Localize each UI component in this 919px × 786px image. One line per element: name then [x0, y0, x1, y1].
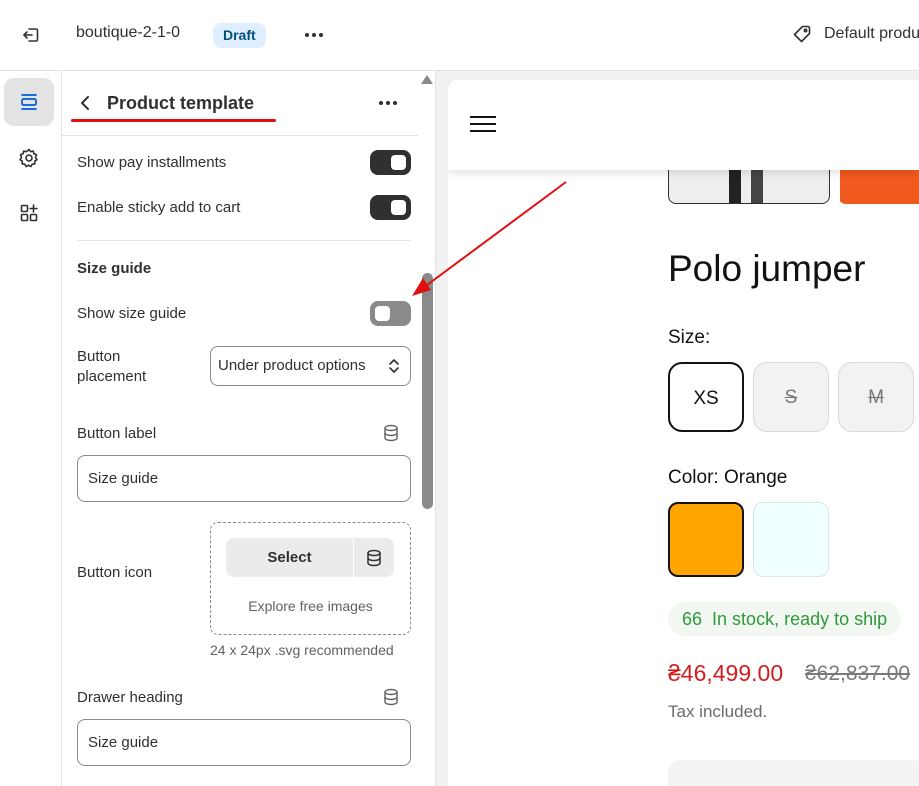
storefront-preview: Polo jumper Size: XS S M Color: Orange 6… [448, 80, 919, 786]
color-swatch-azure[interactable] [753, 502, 829, 577]
ellipsis-icon [305, 33, 323, 37]
sale-price: ₴46,499.00 [668, 660, 784, 686]
size-option[interactable]: XS [668, 362, 744, 432]
tax-note: Tax included. [668, 702, 768, 721]
icon-picker: Select Explore free images [210, 522, 411, 635]
button-placement-select[interactable]: Under product options [210, 346, 411, 386]
dynamic-source-button[interactable] [354, 538, 394, 577]
stock-count: 66 [682, 609, 703, 629]
rail-settings-button[interactable] [4, 134, 54, 182]
size-option[interactable]: M [838, 362, 914, 432]
compare-at-price: ₴62,837.00 [805, 662, 911, 685]
button-label-input[interactable]: Size guide [77, 455, 411, 502]
store-name: boutique-2-1-0 [76, 24, 181, 41]
select-chevrons-icon [389, 359, 399, 373]
settings-panel: Product template Show pay installments E… [62, 71, 436, 786]
select-image-button[interactable]: Select [226, 538, 353, 577]
toggle-knob [391, 200, 406, 215]
panel-header: Product template [62, 71, 418, 136]
top-bar: boutique-2-1-0 Draft Default product [0, 0, 919, 71]
button-icon-label: Button icon [77, 564, 153, 581]
section-divider [77, 240, 411, 241]
sticky-cart-label: Enable sticky add to cart [77, 199, 241, 216]
dynamic-source-icon[interactable] [382, 424, 400, 442]
status-badge: Draft [213, 23, 266, 48]
more-actions-button[interactable] [302, 22, 326, 48]
explore-images-link[interactable]: Explore free images [211, 598, 410, 614]
tag-icon [793, 25, 811, 43]
product-title: Polo jumper [668, 248, 866, 289]
color-label-prefix: Color: [668, 467, 719, 488]
sidebar-rail [0, 71, 62, 786]
gear-icon [19, 148, 38, 168]
preview-card [668, 760, 919, 786]
show-size-guide-label: Show size guide [77, 305, 187, 322]
rail-sections-button[interactable] [4, 78, 54, 126]
exit-icon [23, 28, 39, 42]
pay-installments-toggle[interactable] [370, 150, 411, 175]
size-guide-heading: Size guide [77, 260, 152, 277]
ellipsis-icon [379, 101, 397, 105]
pay-installments-label: Show pay installments [77, 154, 227, 171]
sticky-cart-toggle[interactable] [370, 195, 411, 220]
button-placement-label: Button placement [77, 348, 147, 385]
stock-text: In stock, ready to ship [712, 609, 888, 629]
chevron-left-icon [81, 96, 89, 110]
drawer-heading-label: Drawer heading [77, 689, 183, 706]
dynamic-source-icon[interactable] [382, 688, 400, 706]
template-selector-label: Default product [824, 25, 919, 42]
apps-icon [20, 204, 38, 222]
drawer-heading-value: Size guide [88, 734, 159, 751]
dynamic-source-icon [367, 549, 381, 566]
menu-icon[interactable] [470, 116, 496, 134]
preview-header [448, 80, 919, 170]
color-label: Color: Orange [668, 467, 787, 489]
panel-scrollbar[interactable] [422, 273, 433, 509]
color-swatch-orange[interactable] [668, 502, 744, 577]
scroll-up-arrow[interactable] [421, 75, 433, 84]
button-placement-value: Under product options [218, 357, 366, 374]
template-selector[interactable]: Default product [792, 24, 919, 44]
sections-icon [21, 94, 37, 110]
rail-apps-button[interactable] [4, 189, 54, 237]
panel-more-button[interactable] [376, 91, 400, 115]
stock-status: 66 In stock, ready to ship [668, 602, 902, 636]
button-label-label: Button label [77, 425, 157, 442]
back-button[interactable] [76, 92, 94, 114]
toggle-knob [375, 306, 390, 321]
drawer-heading-input[interactable]: Size guide [77, 719, 411, 766]
show-size-guide-toggle[interactable] [370, 301, 411, 326]
exit-button[interactable] [18, 22, 44, 48]
panel-title: Product template [107, 93, 255, 113]
title-underline-annotation [71, 119, 276, 122]
size-option[interactable]: S [753, 362, 829, 432]
button-label-value: Size guide [88, 470, 159, 487]
color-value: Orange [723, 467, 788, 488]
size-label: Size: [668, 327, 711, 348]
toggle-knob [391, 155, 406, 170]
icon-size-hint: 24 x 24px .svg recommended [210, 642, 394, 658]
